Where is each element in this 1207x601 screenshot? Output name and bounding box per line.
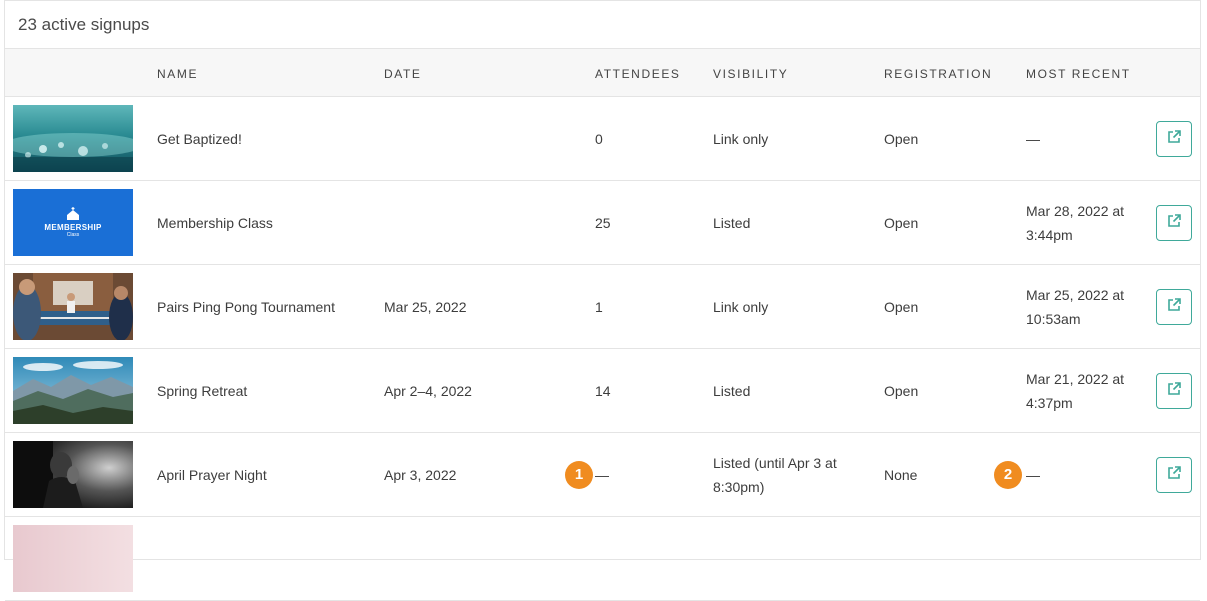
open-link-button[interactable] <box>1156 456 1192 493</box>
panel-header: 23 active signups <box>5 1 1200 49</box>
signups-panel: 23 active signups NAME DATE ATTENDEES VI… <box>4 0 1201 601</box>
open-link-button[interactable] <box>1156 288 1192 325</box>
thumbnail-partial <box>13 525 133 592</box>
row-date: Apr 2–4, 2022 <box>384 382 472 399</box>
church-icon <box>67 207 79 220</box>
row-visibility: Listed <box>713 214 751 231</box>
row-most-recent: Mar 25, 2022 at 10:53am <box>1026 286 1125 327</box>
table-row[interactable]: MEMBERSHIP Class Membership Class 25 Lis… <box>5 181 1200 265</box>
thumbnail-water <box>13 105 133 172</box>
external-link-icon <box>1166 381 1182 400</box>
row-visibility: Listed (until Apr 3 at 8:30pm) <box>713 454 837 495</box>
open-link-button[interactable] <box>1156 372 1192 409</box>
row-attendees: 14 <box>595 382 611 399</box>
thumbnail-mountains <box>13 357 133 424</box>
row-name[interactable]: Pairs Ping Pong Tournament <box>157 295 335 319</box>
row-registration: Open <box>884 382 919 399</box>
row-attendees: 25 <box>595 214 611 231</box>
row-visibility: Link only <box>713 130 769 147</box>
row-attendees: — <box>595 466 609 483</box>
external-link-icon <box>1166 297 1182 316</box>
row-registration: Open <box>884 130 919 147</box>
column-attendees[interactable]: ATTENDEES <box>595 67 681 81</box>
column-most-recent[interactable]: MOST RECENT <box>1026 67 1131 81</box>
row-most-recent: — <box>1026 130 1040 147</box>
table-row[interactable] <box>5 517 1200 601</box>
table-row[interactable]: April Prayer Night Apr 3, 2022 1 — Liste… <box>5 433 1200 517</box>
row-attendees: 0 <box>595 130 603 147</box>
thumbnail-membership: MEMBERSHIP Class <box>13 189 133 256</box>
table-row[interactable]: Get Baptized! 0 Link only Open — <box>5 97 1200 181</box>
row-attendees: 1 <box>595 298 603 315</box>
row-name[interactable]: Membership Class <box>157 211 273 235</box>
row-date: Mar 25, 2022 <box>384 298 467 315</box>
thumbnail-prayer <box>13 441 133 508</box>
row-most-recent: Mar 21, 2022 at 4:37pm <box>1026 370 1125 411</box>
row-visibility: Listed <box>713 382 751 399</box>
row-name[interactable]: April Prayer Night <box>157 463 267 487</box>
row-visibility: Link only <box>713 298 769 315</box>
thumbnail-subtitle: Class <box>66 232 80 238</box>
thumbnail-title: MEMBERSHIP <box>44 223 102 232</box>
row-name[interactable]: Spring Retreat <box>157 379 247 403</box>
column-registration[interactable]: REGISTRATION <box>884 67 992 81</box>
annotation-badge-1: 1 <box>565 460 593 489</box>
table-row[interactable]: Pairs Ping Pong Tournament Mar 25, 2022 … <box>5 265 1200 349</box>
table-row[interactable]: Spring Retreat Apr 2–4, 2022 14 Listed O… <box>5 349 1200 433</box>
row-registration: None <box>884 466 918 483</box>
row-most-recent: Mar 28, 2022 at 3:44pm <box>1026 202 1125 243</box>
column-name[interactable]: NAME <box>157 67 198 81</box>
panel-title: 23 active signups <box>18 14 150 34</box>
row-most-recent: — <box>1026 466 1040 483</box>
external-link-icon <box>1166 213 1182 232</box>
annotation-badge-2: 2 <box>994 460 1022 489</box>
external-link-icon <box>1166 465 1182 484</box>
open-link-button[interactable] <box>1156 120 1192 157</box>
table-header: NAME DATE ATTENDEES VISIBILITY REGISTRAT… <box>5 49 1200 97</box>
open-link-button[interactable] <box>1156 204 1192 241</box>
row-date: Apr 3, 2022 <box>384 466 457 483</box>
row-registration: Open <box>884 298 919 315</box>
column-visibility[interactable]: VISIBILITY <box>713 67 788 81</box>
row-name[interactable]: Get Baptized! <box>157 127 242 151</box>
column-date[interactable]: DATE <box>384 67 422 81</box>
thumbnail-ping-pong <box>13 273 133 340</box>
row-registration: Open <box>884 214 919 231</box>
external-link-icon <box>1166 129 1182 148</box>
